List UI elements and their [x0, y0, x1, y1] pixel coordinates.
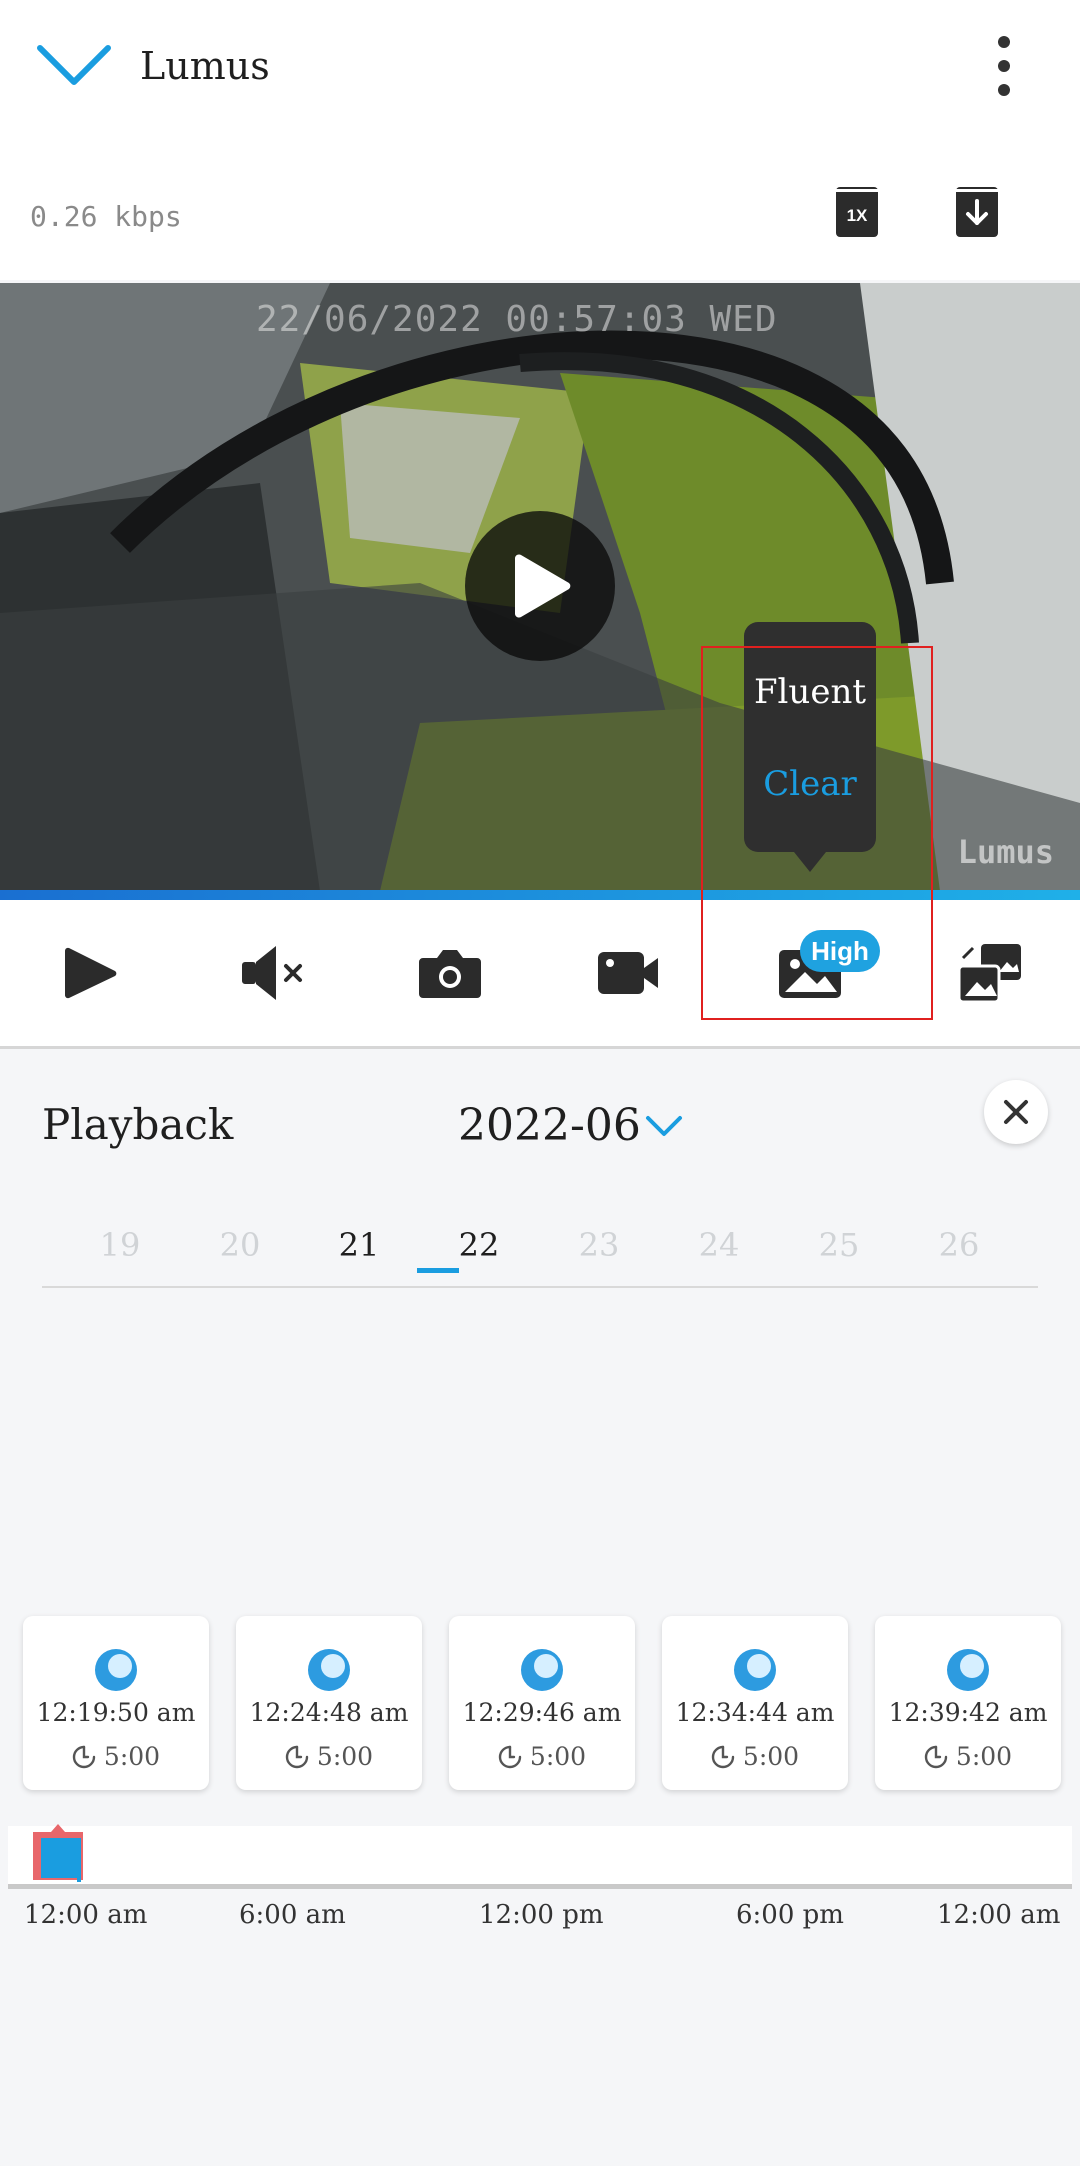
timeline-position-marker[interactable] — [29, 1818, 87, 1882]
day-24[interactable]: 24 — [679, 1226, 759, 1264]
close-button[interactable] — [984, 1080, 1048, 1144]
page-title: Lumus — [140, 44, 270, 88]
day-21[interactable]: 21 — [319, 1226, 399, 1264]
play-overlay-button[interactable] — [465, 511, 615, 661]
video-clip-icon — [521, 1649, 563, 1691]
day-25[interactable]: 25 — [799, 1226, 879, 1264]
timeline-label: 6:00 am — [239, 1900, 346, 1930]
selected-day-indicator — [417, 1268, 459, 1273]
video-clip-icon — [95, 1649, 137, 1691]
timeline-label: 12:00 am — [24, 1900, 148, 1930]
day-19[interactable]: 19 — [80, 1226, 160, 1264]
chevron-down-icon[interactable] — [34, 38, 114, 94]
quality-menu: Fluent Clear — [744, 622, 876, 872]
day-20[interactable]: 20 — [200, 1226, 280, 1264]
clip-duration: 5:00 — [875, 1742, 1061, 1771]
picture-in-picture-icon[interactable] — [955, 938, 1025, 1008]
video-clip-icon — [947, 1649, 989, 1691]
clip-duration: 5:00 — [23, 1742, 209, 1771]
quality-option-clear[interactable]: Clear — [744, 764, 876, 804]
play-icon[interactable] — [55, 938, 125, 1008]
top-bar: Lumus 0.26 kbps 1X — [0, 0, 1080, 280]
playback-title: Playback — [42, 1100, 234, 1149]
month-selector[interactable]: 2022-06 — [458, 1100, 641, 1151]
day-26[interactable]: 26 — [919, 1226, 999, 1264]
clip-start-time: 12:29:46 am — [462, 1698, 622, 1727]
download-icon[interactable] — [956, 183, 998, 237]
clip-start-time: 12:34:44 am — [675, 1698, 835, 1727]
clip-duration-text: 5:00 — [955, 1742, 1013, 1771]
quality-option-fluent[interactable]: Fluent — [744, 672, 876, 712]
clip-duration-text: 5:00 — [316, 1742, 374, 1771]
video-progress-bar[interactable] — [0, 890, 1080, 900]
camera-icon[interactable] — [415, 938, 485, 1008]
clip-start-time: 12:39:42 am — [888, 1698, 1048, 1727]
clip-duration: 5:00 — [449, 1742, 635, 1771]
timeline-label: 12:00 am — [937, 1900, 1061, 1930]
player-toolbar: High — [0, 900, 1080, 1049]
clip-card[interactable]: 12:24:48 am 5:00 — [236, 1616, 422, 1790]
more-options-icon[interactable] — [988, 34, 1020, 98]
clip-duration-text: 5:00 — [742, 1742, 800, 1771]
timeline-track[interactable] — [8, 1826, 1072, 1889]
clip-start-time: 12:24:48 am — [249, 1698, 409, 1727]
video-watermark: Lumus — [957, 833, 1054, 871]
quality-badge: High — [800, 930, 880, 972]
day-selector: 19 20 21 22 23 24 25 26 — [42, 1222, 1038, 1288]
close-icon — [1004, 1100, 1028, 1124]
day-22[interactable]: 22 — [439, 1226, 519, 1264]
clock-icon — [498, 1745, 522, 1769]
clock-icon — [285, 1745, 309, 1769]
timeline-label: 6:00 pm — [736, 1900, 844, 1930]
clip-card[interactable]: 12:34:44 am 5:00 — [662, 1616, 848, 1790]
video-clip-icon — [308, 1649, 350, 1691]
clip-duration-text: 5:00 — [103, 1742, 161, 1771]
video-player[interactable]: 22/06/2022 00:57:03 WED Lumus — [0, 283, 1080, 891]
video-clip-icon — [734, 1649, 776, 1691]
video-timestamp-overlay: 22/06/2022 00:57:03 WED — [256, 299, 778, 340]
clock-icon — [924, 1745, 948, 1769]
clock-icon — [711, 1745, 735, 1769]
chevron-down-icon[interactable] — [644, 1112, 684, 1140]
day-23[interactable]: 23 — [559, 1226, 639, 1264]
clip-card[interactable]: 12:39:42 am 5:00 — [875, 1616, 1061, 1790]
clip-duration-text: 5:00 — [529, 1742, 587, 1771]
playback-speed-button[interactable]: 1X — [836, 183, 878, 237]
mute-icon[interactable] — [238, 938, 308, 1008]
clip-start-time: 12:19:50 am — [36, 1698, 196, 1727]
bitrate-label: 0.26 kbps — [30, 200, 182, 233]
clock-icon — [72, 1745, 96, 1769]
play-icon — [515, 554, 571, 618]
clip-card[interactable]: 12:19:50 am 5:00 — [23, 1616, 209, 1790]
clip-duration: 5:00 — [662, 1742, 848, 1771]
speed-label: 1X — [847, 206, 868, 225]
timeline-label: 12:00 pm — [479, 1900, 604, 1930]
clip-duration: 5:00 — [236, 1742, 422, 1771]
video-record-icon[interactable] — [594, 938, 664, 1008]
clip-card[interactable]: 12:29:46 am 5:00 — [449, 1616, 635, 1790]
